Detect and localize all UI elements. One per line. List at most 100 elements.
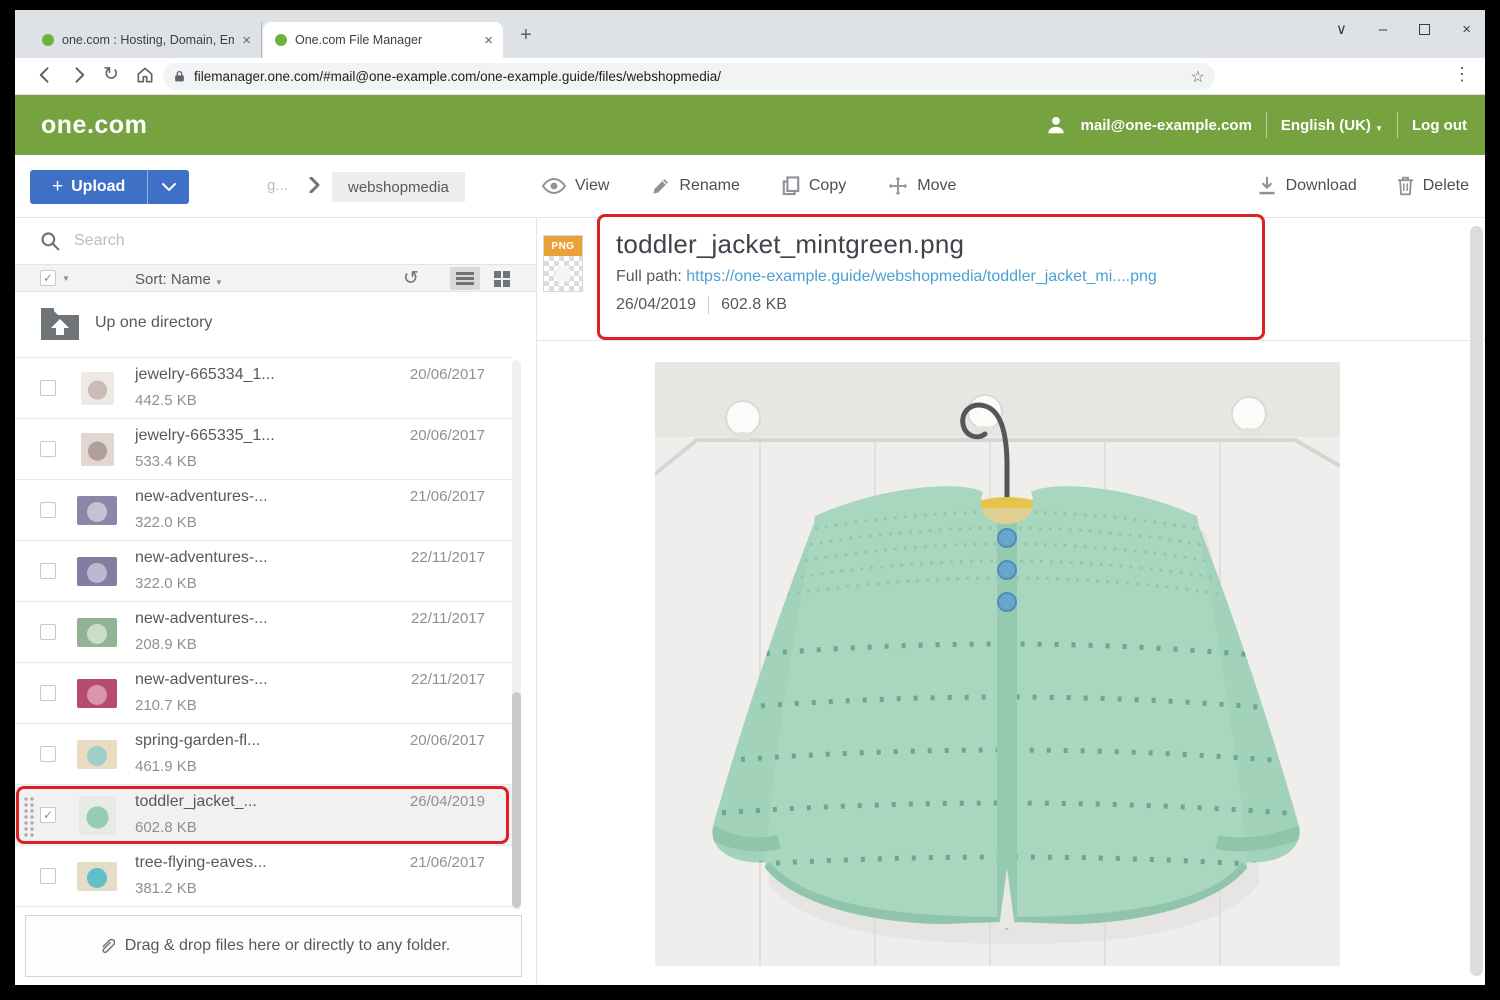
file-row[interactable]: ✓ toddler_jacket_... 602.8 KB 26/04/2019 bbox=[15, 785, 512, 846]
file-actions: Download Delete bbox=[1257, 155, 1469, 217]
list-icon bbox=[456, 270, 474, 287]
file-checkbox[interactable]: ✓ bbox=[40, 807, 56, 823]
file-date: 22/11/2017 bbox=[411, 610, 485, 627]
minimize-button[interactable]: – bbox=[1379, 21, 1387, 38]
file-name: jewelry-665334_1... bbox=[135, 366, 275, 384]
view-button[interactable]: View bbox=[542, 177, 609, 195]
file-checkbox[interactable] bbox=[40, 746, 56, 762]
browser-menu-icon[interactable]: ⋮ bbox=[1453, 64, 1471, 85]
breadcrumb-parent[interactable]: g... bbox=[267, 177, 288, 194]
list-view-toggle[interactable] bbox=[450, 267, 480, 290]
grid-view-toggle[interactable] bbox=[487, 267, 517, 290]
file-name: jewelry-665335_1... bbox=[135, 427, 275, 445]
tab-close-icon[interactable]: × bbox=[484, 32, 493, 49]
tab-close-icon[interactable]: × bbox=[242, 32, 251, 49]
account-area: mail@one-example.com English (UK) ▼ Log … bbox=[1045, 112, 1467, 138]
move-button[interactable]: Move bbox=[888, 176, 956, 196]
back-button[interactable] bbox=[35, 65, 55, 85]
caret-down-icon: ▼ bbox=[1375, 124, 1383, 133]
file-row[interactable]: new-adventures-... 322.0 KB 22/11/2017 bbox=[15, 541, 512, 602]
file-thumbnail bbox=[79, 796, 116, 835]
eye-icon bbox=[542, 178, 566, 194]
full-path-row: Full path: https://one-example.guide/web… bbox=[616, 268, 1246, 286]
file-date: 21/06/2017 bbox=[410, 854, 485, 871]
sidebar-scrollbar-thumb[interactable] bbox=[512, 692, 521, 908]
search-icon bbox=[40, 231, 60, 251]
browser-window: one.com : Hosting, Domain, Emai × One.co… bbox=[15, 10, 1485, 985]
home-icon[interactable] bbox=[135, 65, 155, 85]
one-com-favicon-icon bbox=[275, 34, 287, 46]
trash-icon bbox=[1397, 176, 1414, 196]
upload-button[interactable]: +Upload bbox=[30, 170, 147, 204]
file-thumbnail bbox=[77, 740, 117, 769]
file-checkbox[interactable] bbox=[40, 380, 56, 396]
delete-button[interactable]: Delete bbox=[1397, 176, 1469, 196]
copy-button[interactable]: Copy bbox=[782, 176, 846, 196]
file-row[interactable]: jewelry-665334_1... 442.5 KB 20/06/2017 bbox=[15, 358, 512, 419]
file-checkbox[interactable] bbox=[40, 441, 56, 457]
file-row[interactable]: new-adventures-... 210.7 KB 22/11/2017 bbox=[15, 663, 512, 724]
language-selector[interactable]: English (UK) ▼ bbox=[1281, 117, 1383, 134]
browser-toolbar: ↻ ☆ ⋮ bbox=[15, 58, 1485, 95]
select-caret-icon[interactable]: ▼ bbox=[62, 274, 70, 283]
bookmark-star-icon[interactable]: ☆ bbox=[1191, 67, 1205, 87]
file-checkbox[interactable] bbox=[40, 685, 56, 701]
file-checkbox[interactable] bbox=[40, 502, 56, 518]
dropzone[interactable]: Drag & drop files here or directly to an… bbox=[25, 915, 522, 977]
logout-button[interactable]: Log out bbox=[1412, 117, 1467, 134]
rename-button[interactable]: Rename bbox=[651, 177, 739, 196]
file-list: Up one directory jewelry-665334_1... 442… bbox=[15, 292, 512, 907]
user-icon bbox=[1045, 114, 1067, 136]
divider bbox=[708, 296, 709, 314]
search-row bbox=[15, 218, 536, 264]
forward-button[interactable] bbox=[69, 65, 89, 85]
url-bar[interactable]: ☆ bbox=[163, 63, 1215, 90]
file-date: 21/06/2017 bbox=[410, 488, 485, 505]
select-all-checkbox[interactable]: ✓ bbox=[40, 270, 56, 286]
tab-one-com-hosting[interactable]: one.com : Hosting, Domain, Emai × bbox=[30, 22, 262, 58]
file-row[interactable]: jewelry-665335_1... 533.4 KB 20/06/2017 bbox=[15, 419, 512, 480]
drag-handle-icon[interactable] bbox=[23, 796, 34, 837]
sort-row: ✓ ▼ Sort: Name ▼ ↺ bbox=[15, 264, 536, 292]
upload-options-button[interactable] bbox=[147, 170, 189, 204]
file-date: 26/04/2019 bbox=[616, 296, 696, 314]
file-row[interactable]: spring-garden-fl... 461.9 KB 20/06/2017 bbox=[15, 724, 512, 785]
file-row[interactable]: new-adventures-... 208.9 KB 22/11/2017 bbox=[15, 602, 512, 663]
png-file-icon: PNG bbox=[543, 235, 583, 292]
one-com-logo[interactable]: one.com bbox=[41, 111, 147, 140]
one-com-favicon-icon bbox=[42, 34, 54, 46]
refresh-icon[interactable]: ↻ bbox=[103, 63, 119, 86]
url-input[interactable] bbox=[194, 69, 1191, 84]
close-button[interactable]: × bbox=[1462, 21, 1471, 38]
full-path-label: Full path: bbox=[616, 268, 682, 285]
up-one-directory-row[interactable]: Up one directory bbox=[15, 292, 512, 358]
search-input[interactable] bbox=[74, 232, 454, 250]
pencil-icon bbox=[651, 177, 670, 196]
breadcrumb-current[interactable]: webshopmedia bbox=[332, 172, 465, 202]
file-size: 461.9 KB bbox=[135, 758, 197, 775]
new-tab-button[interactable]: + bbox=[520, 24, 532, 47]
file-checkbox[interactable] bbox=[40, 868, 56, 884]
download-icon bbox=[1257, 176, 1277, 196]
main-scrollbar-thumb[interactable] bbox=[1470, 226, 1483, 976]
file-thumbnail bbox=[77, 557, 117, 586]
file-checkbox[interactable] bbox=[40, 624, 56, 640]
file-row[interactable]: tree-flying-eaves... 381.2 KB 21/06/2017 bbox=[15, 846, 512, 907]
png-badge: PNG bbox=[544, 236, 582, 256]
image-placeholder-icon bbox=[544, 256, 582, 291]
file-date: 20/06/2017 bbox=[410, 427, 485, 444]
download-button[interactable]: Download bbox=[1257, 176, 1357, 196]
file-checkbox[interactable] bbox=[40, 563, 56, 579]
tab-file-manager[interactable]: One.com File Manager × bbox=[263, 22, 503, 58]
file-name: new-adventures-... bbox=[135, 610, 268, 628]
refresh-icon[interactable]: ↺ bbox=[403, 267, 419, 290]
chevron-down-icon[interactable]: ∨ bbox=[1336, 20, 1347, 38]
file-row[interactable]: new-adventures-... 322.0 KB 21/06/2017 bbox=[15, 480, 512, 541]
tab-title: One.com File Manager bbox=[295, 33, 476, 47]
file-toolbar: +Upload g... webshopmedia View Rename Co… bbox=[15, 155, 1485, 218]
content-area: ✓ ▼ Sort: Name ▼ ↺ Up one directory bbox=[15, 218, 1485, 985]
file-size: 322.0 KB bbox=[135, 575, 197, 592]
full-path-link[interactable]: https://one-example.guide/webshopmedia/t… bbox=[686, 268, 1157, 285]
sort-dropdown[interactable]: Sort: Name ▼ bbox=[135, 271, 223, 288]
maximize-button[interactable] bbox=[1419, 24, 1430, 35]
